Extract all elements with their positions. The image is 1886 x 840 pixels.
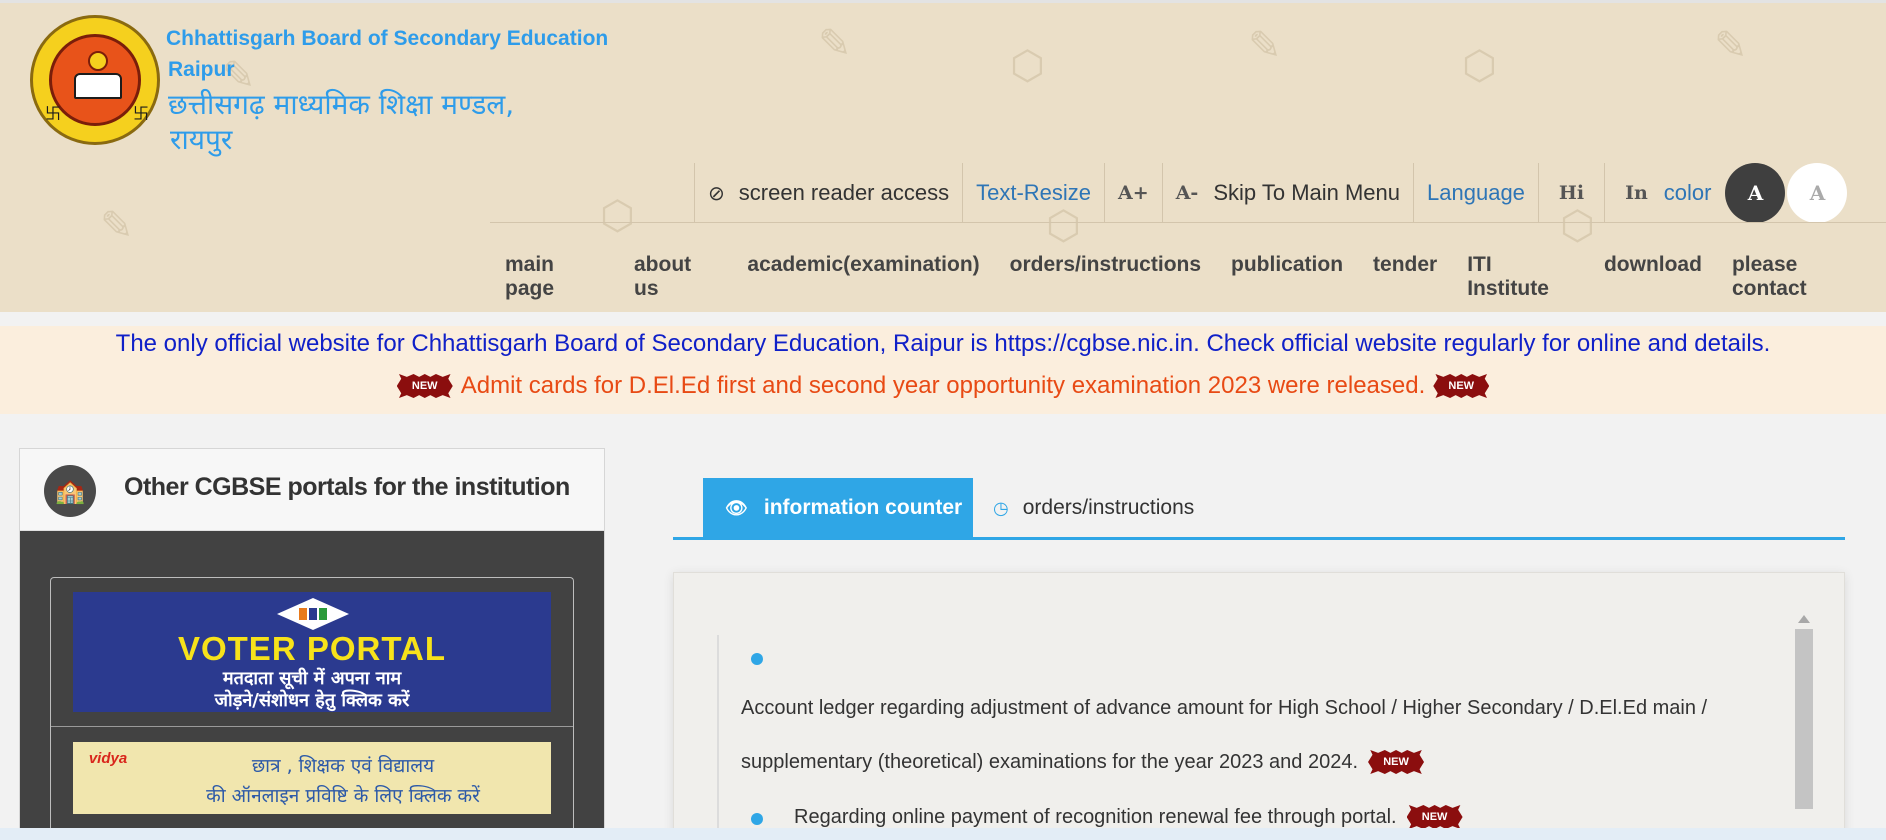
site-header: ✎ ⬡ ✎ ⬡ ✎ ✎ ⬡ ✎ ⬡ ⬡ 卐 卐 Chhattisgarh Boa… (0, 0, 1886, 312)
pencil-doodle-icon: ✎ (1248, 23, 1282, 69)
new-badge-icon: NEW (1368, 750, 1425, 774)
nav-please-contact[interactable]: please contact (1717, 253, 1886, 301)
ballot-icon (277, 598, 349, 630)
bottom-strip (0, 828, 1886, 840)
notice-item-text[interactable]: Account ledger regarding adjustment of a… (741, 697, 1707, 720)
voter-portal-banner[interactable]: VOTER PORTAL मतदाता सूची में अपना नाम जो… (73, 592, 551, 712)
language-hindi-button[interactable]: Hi (1539, 163, 1606, 223)
screen-reader-link[interactable]: ⊘ screen reader access (695, 163, 964, 223)
new-badge-icon: NEW (1406, 805, 1463, 829)
vidya-portal-line1: छात्र , शिक्षक एवं विद्यालय (251, 755, 435, 777)
tab-orders-instructions[interactable]: ◷ orders/instructions (993, 478, 1194, 538)
notice-item-text-line2: supplementary (theoretical) examinations… (741, 750, 1359, 773)
tab-orders-instructions-label: orders/instructions (1022, 496, 1195, 519)
notice-item-text[interactable]: Regarding online payment of recognition … (794, 805, 1463, 829)
nav-iti-institute[interactable]: ITI Institute (1452, 253, 1589, 301)
school-icon: 🏫 (44, 465, 96, 517)
nav-main-page[interactable]: main page (490, 253, 619, 301)
cube-doodle-icon: ⬡ (1010, 43, 1045, 89)
nav-about-us[interactable]: about us (619, 253, 732, 301)
voter-portal-subtitle: मतदाता सूची में अपना नाम (222, 668, 402, 689)
timeline-line (717, 635, 719, 840)
clock-icon: ◷ (993, 497, 1009, 519)
text-resize-label: Text-Resize (963, 163, 1106, 223)
logo-swastika-icon: 卐 (133, 104, 150, 123)
language-english-button[interactable]: In (1605, 163, 1654, 223)
cube-doodle-icon: ⬡ (600, 193, 635, 239)
content-scrollbar[interactable] (1795, 615, 1813, 840)
tab-information-counter-label: information counter (763, 496, 963, 519)
admit-card-text: Admit cards for D.El.Ed first and second… (460, 372, 1426, 399)
menu-divider (490, 222, 1886, 223)
voter-portal-subtitle-2: जोड़ने/संशोधन हेतु क्लिक करें (214, 690, 410, 711)
brand-city-en: Raipur (168, 58, 235, 81)
portal-list: VOTER PORTAL मतदाता सूची में अपना नाम जो… (50, 577, 574, 840)
eye-slash-icon: ⊘ (708, 181, 725, 205)
brand-name-en: Chhattisgarh Board of Secondary Educatio… (166, 27, 609, 50)
eye-icon: 👁 (725, 497, 748, 519)
portals-panel-title: Other CGBSE portals for the institution (124, 473, 570, 501)
screen-reader-label: screen reader access (738, 180, 950, 205)
new-badge-icon: NEW (396, 374, 453, 398)
new-badge-icon: NEW (1433, 374, 1490, 398)
vidya-portal-line2: की ऑनलाइन प्रविष्टि के लिए क्लिक करें (206, 785, 480, 807)
notice-item-text-line3: Regarding online payment of recognition … (794, 805, 1397, 828)
portals-panel: 🏫 Other CGBSE portals for the institutio… (19, 448, 605, 840)
information-counter-panel: Account ledger regarding adjustment of a… (673, 572, 1845, 840)
dark-contrast-button[interactable]: A (1725, 163, 1786, 223)
portal-divider (51, 726, 573, 727)
scroll-up-icon[interactable] (1798, 615, 1810, 623)
nav-tender[interactable]: tender (1358, 253, 1452, 301)
tab-information-counter[interactable]: 👁 information counter (703, 478, 973, 538)
vidya-logo-text: vidya (88, 750, 128, 767)
logo-swastika-icon: 卐 (45, 104, 62, 123)
portals-panel-header: 🏫 Other CGBSE portals for the institutio… (20, 449, 604, 531)
nav-academic[interactable]: academic(examination) (732, 253, 994, 301)
brand-name-hi: छत्तीसगढ़ माध्यमिक शिक्षा मण्डल, (168, 88, 515, 121)
language-label: Language (1414, 163, 1539, 223)
cgbse-logo[interactable]: 卐 卐 (30, 15, 160, 145)
pencil-doodle-icon: ✎ (100, 203, 134, 249)
scrollbar-thumb[interactable] (1795, 629, 1813, 809)
accessibility-bar: ⊘ screen reader access Text-Resize A+ A-… (694, 163, 1848, 223)
admit-card-notice[interactable]: NEW Admit cards for D.El.Ed first and se… (0, 372, 1886, 400)
skip-to-main-link[interactable]: Skip To Main Menu (1211, 163, 1415, 223)
increase-text-button[interactable]: A+ (1105, 163, 1163, 223)
voter-portal-title: VOTER PORTAL (177, 630, 447, 667)
notice-banner: The only official website for Chhattisga… (0, 326, 1886, 414)
pencil-doodle-icon: ✎ (818, 21, 852, 67)
brand-city-hi: रायपुर (170, 123, 233, 156)
cube-doodle-icon: ⬡ (1462, 43, 1497, 89)
logo-emblem (49, 34, 141, 126)
vidya-portal-banner[interactable]: vidya छात्र , शिक्षक एवं विद्यालय की ऑनल… (73, 742, 551, 814)
nav-publication[interactable]: publication (1216, 253, 1358, 301)
bullet-dot (751, 813, 763, 825)
logo-sun-icon (88, 51, 108, 71)
notice-item-text-cont[interactable]: supplementary (theoretical) examinations… (741, 750, 1425, 774)
logo-book-icon (74, 73, 122, 99)
bullet-dot (751, 653, 763, 665)
official-website-notice: The only official website for Chhattisga… (115, 330, 1771, 357)
light-contrast-button[interactable]: A (1787, 163, 1848, 223)
pencil-doodle-icon: ✎ (1714, 23, 1748, 69)
decrease-text-button[interactable]: A- (1163, 163, 1212, 223)
vidya-logo: vidya (79, 750, 137, 806)
nav-download[interactable]: download (1589, 253, 1717, 301)
nav-orders[interactable]: orders/instructions (995, 253, 1216, 301)
color-label: color (1663, 180, 1712, 205)
main-navigation: main page about us academic(examination)… (490, 253, 1886, 301)
